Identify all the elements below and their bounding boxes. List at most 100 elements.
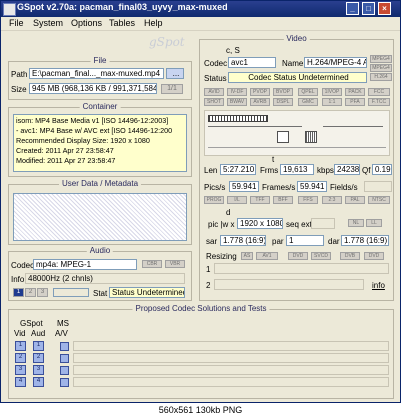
resize-dvd[interactable]: DVD [288, 252, 308, 260]
close-button[interactable]: × [378, 2, 391, 15]
cbr-button[interactable]: CBR [142, 260, 162, 268]
seq-ll-button[interactable]: LL [366, 219, 382, 227]
rate-tff[interactable]: TFF [250, 196, 270, 204]
audio-group: Audio Codec mp4a: MPEG-1 CBR VBR Info 48… [8, 246, 192, 301]
seqext-field [311, 218, 335, 229]
frame-marker-right[interactable] [305, 131, 317, 143]
browse-button[interactable]: ... [166, 68, 184, 79]
audio-stat-label: Stat [93, 289, 108, 298]
minimize-button[interactable]: _ [346, 2, 359, 15]
par-field: 1 [286, 235, 324, 246]
aud-row-3[interactable]: 3 [33, 365, 44, 375]
container-line: isom: MP4 Base Media v1 [ISO 14496-12:20… [16, 116, 169, 125]
ms-av-row-3[interactable] [60, 366, 69, 375]
solution-row-3 [73, 365, 389, 375]
page-indicator[interactable]: 1/1 [161, 84, 183, 94]
resize-dvd-2[interactable]: DVD [364, 252, 384, 260]
menu-file[interactable]: File [9, 18, 24, 28]
info-link[interactable]: info [372, 281, 385, 290]
vid-row-3[interactable]: 3 [15, 365, 26, 375]
aud-row-4[interactable]: 4 [33, 377, 44, 387]
container-line: Modified: 2011 Apr 27 23:58:47 [16, 156, 116, 165]
video-status-field: Codec Status Undetermined [228, 72, 367, 83]
tag-1ivop[interactable]: 1IVOP [322, 88, 342, 96]
tag-avid[interactable]: AVID [204, 88, 224, 96]
resize-row-2-label: 2 [206, 281, 211, 290]
rate-prog[interactable]: PROG [204, 196, 224, 204]
vid-row-4[interactable]: 4 [15, 377, 26, 387]
path-field[interactable]: E:\pacman_final..._max-muxed.mp4 [29, 68, 164, 79]
rate-bff[interactable]: BFF [273, 196, 293, 204]
audio-stream-2[interactable]: 2 [25, 288, 36, 297]
rate-ffs[interactable]: FFS [298, 196, 318, 204]
solution-row-1 [73, 341, 389, 351]
ms-av-row-1[interactable] [60, 342, 69, 351]
ms-av-row-2[interactable] [60, 354, 69, 363]
tag-fcc[interactable]: FCC [368, 88, 390, 96]
tag-ivdf[interactable]: IV-DF [227, 88, 247, 96]
frame-marker-left[interactable] [277, 131, 289, 143]
app-window: GSpot v2.70a: pacman_final03_uyvy_max-mu… [0, 0, 401, 403]
tag-pfa[interactable]: PFA [345, 98, 365, 106]
tag-bvop[interactable]: BVOP [273, 88, 293, 96]
tag-avrb[interactable]: AVRB [250, 98, 270, 106]
rate-ntsc[interactable]: NTSC [368, 196, 390, 204]
tag-shot[interactable]: SHOT [204, 98, 224, 106]
title-bar[interactable]: GSpot v2.70a: pacman_final03_uyvy_max-mu… [1, 1, 400, 17]
vid-row-1[interactable]: 1 [15, 341, 26, 351]
tag-dspl[interactable]: DSPL [273, 98, 293, 106]
audio-codec-label: Codec [11, 261, 35, 270]
userdata-group-title: User Data / Metadata [58, 179, 142, 188]
mpeg4-button-1[interactable]: MPEG4 [370, 55, 392, 63]
menu-tables[interactable]: Tables [109, 18, 135, 28]
aud-row-1[interactable]: 1 [33, 341, 44, 351]
qf-label: Qf [362, 166, 371, 175]
frms-field: 19,613 [280, 164, 314, 175]
timeline-right-line [323, 126, 383, 127]
vid-label: Vid [14, 329, 26, 338]
tag-1-1[interactable]: 1:1 [322, 98, 342, 106]
aud-row-2[interactable]: 2 [33, 353, 44, 363]
bitrate-strip [208, 115, 268, 122]
mpeg4-button-2[interactable]: MPEG4 [370, 64, 392, 72]
menu-options[interactable]: Options [71, 18, 102, 28]
resize-av1[interactable]: AV1 [256, 252, 278, 260]
vbr-button[interactable]: VBR [165, 260, 185, 268]
audio-info-field: 48000Hz (2 chnls) [25, 273, 185, 284]
sar-label: sar [206, 237, 218, 246]
resize-as[interactable]: AS [241, 252, 253, 260]
solution-row-2 [73, 353, 389, 363]
tag-gmc[interactable]: GMC [298, 98, 318, 106]
menu-help[interactable]: Help [144, 18, 163, 28]
frames-field: 59.941 [297, 181, 327, 192]
gspot-watermark: gSpot [149, 35, 185, 49]
audio-stream-spin[interactable] [53, 288, 89, 297]
tag-qpel[interactable]: QPEL [298, 88, 318, 96]
resize-dvb[interactable]: DVB [340, 252, 360, 260]
tag-bwav[interactable]: BWAV [227, 98, 247, 106]
audio-info-label: Info [11, 275, 25, 284]
tag-pvop[interactable]: PVOP [250, 88, 270, 96]
rate-il[interactable]: I/L [227, 196, 247, 204]
tag-ftcc[interactable]: F.TCC [368, 98, 390, 106]
sar-field: 1.778 (16:9) [220, 235, 266, 246]
kbps-label: kbps [317, 166, 334, 175]
ms-av-row-4[interactable] [60, 378, 69, 387]
menu-system[interactable]: System [33, 18, 63, 28]
ms-label: MS [57, 319, 69, 328]
seq-nl-button[interactable]: NL [348, 219, 364, 227]
rate-2-3[interactable]: 2:3 [322, 196, 342, 204]
audio-stream-1[interactable]: 1 [13, 288, 24, 297]
audio-stream-3[interactable]: 3 [37, 288, 48, 297]
container-info-box: isom: MP4 Base Media v1 [ISO 14496-12:20… [13, 114, 187, 172]
resize-row-1-field [214, 263, 389, 274]
maximize-button[interactable]: □ [362, 2, 375, 15]
tag-pack[interactable]: PACK [345, 88, 365, 96]
resize-svcd[interactable]: SVCD [311, 252, 331, 260]
menu-bar: File System Options Tables Help [1, 17, 400, 31]
size-label: Size [11, 85, 27, 94]
resizing-label: Resizing [206, 252, 237, 261]
rate-pal[interactable]: PAL [345, 196, 365, 204]
h264-button[interactable]: H.264 [370, 73, 392, 81]
vid-row-2[interactable]: 2 [15, 353, 26, 363]
